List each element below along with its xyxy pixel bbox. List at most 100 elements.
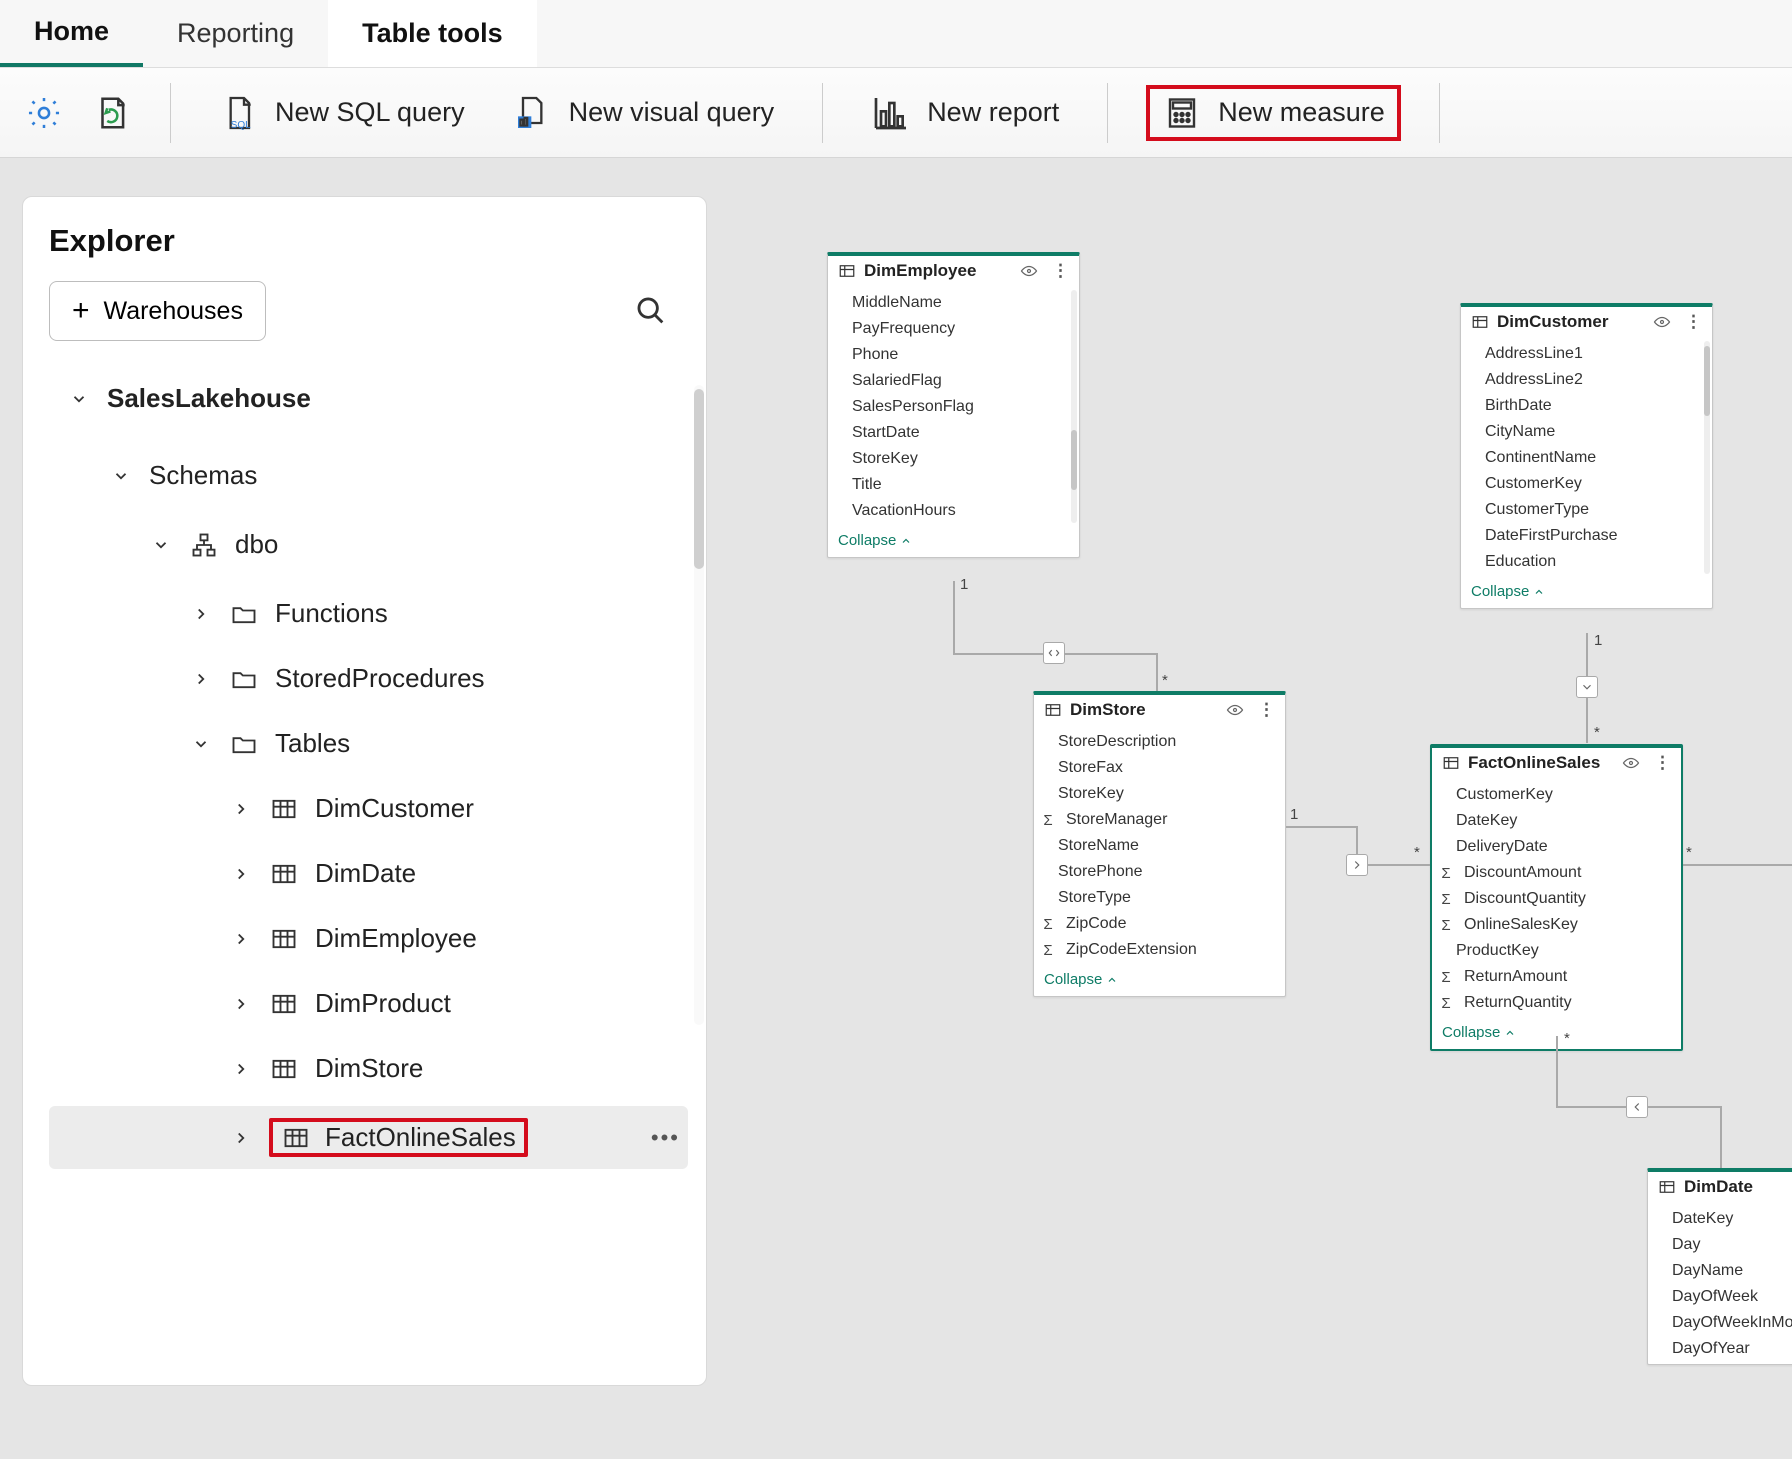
column-item[interactable]: DeliveryDate [1432, 834, 1681, 860]
column-item[interactable]: ΣOnlineSalesKey [1432, 912, 1681, 938]
column-item[interactable]: VacationHours [828, 498, 1079, 524]
column-item[interactable]: SalariedFlag [828, 368, 1079, 394]
collapse-button[interactable]: Collapse [1461, 577, 1712, 608]
column-label: DayName [1672, 1262, 1743, 1280]
new-visual-query-button[interactable]: New visual query [503, 87, 785, 139]
tab-table-tools[interactable]: Table tools [328, 0, 537, 67]
column-item[interactable]: CityName [1461, 419, 1712, 445]
model-canvas[interactable]: DimEmployee ⋮ MiddleNamePayFrequencyPhon… [720, 158, 1792, 1459]
column-item[interactable]: DayOfWeekInMon [1648, 1310, 1792, 1336]
column-item[interactable]: StoreName [1034, 833, 1285, 859]
column-item[interactable]: ContinentName [1461, 445, 1712, 471]
filter-direction-icon[interactable] [1346, 854, 1368, 876]
column-item[interactable]: DayName [1648, 1258, 1792, 1284]
search-icon[interactable] [634, 294, 668, 328]
tree-node-dimemployee[interactable]: DimEmployee [49, 911, 688, 966]
card-menu-icon[interactable]: ⋮ [1052, 261, 1069, 281]
column-item[interactable]: StoreKey [1034, 781, 1285, 807]
column-item[interactable]: CustomerKey [1432, 782, 1681, 808]
new-report-button[interactable]: New report [861, 87, 1069, 139]
column-item[interactable]: StartDate [828, 420, 1079, 446]
column-item[interactable]: MiddleName [828, 290, 1079, 316]
tree-node-dimdate[interactable]: DimDate [49, 846, 688, 901]
column-item[interactable]: ΣReturnQuantity [1432, 990, 1681, 1016]
filter-direction-icon[interactable] [1626, 1096, 1648, 1118]
more-icon[interactable]: ••• [651, 1125, 680, 1151]
sql-file-icon: SQL [219, 93, 259, 133]
visibility-icon[interactable] [1653, 316, 1671, 328]
tree-node-storedprocedures[interactable]: StoredProcedures [49, 651, 688, 706]
tree-node-schemas[interactable]: Schemas [49, 448, 688, 503]
collapse-button[interactable]: Collapse [1034, 965, 1285, 996]
tree-node-dimproduct[interactable]: DimProduct [49, 976, 688, 1031]
column-label: ReturnQuantity [1464, 994, 1572, 1012]
card-menu-icon[interactable]: ⋮ [1258, 700, 1275, 720]
card-menu-icon[interactable]: ⋮ [1685, 312, 1702, 332]
card-menu-icon[interactable]: ⋮ [1654, 753, 1671, 773]
table-card-dimstore[interactable]: DimStore ⋮ StoreDescriptionStoreFaxStore… [1033, 691, 1286, 997]
filter-direction-icon[interactable] [1576, 676, 1598, 698]
column-item[interactable]: DateKey [1648, 1206, 1792, 1232]
column-label: StoreKey [852, 450, 918, 468]
column-item[interactable]: StoreType [1034, 885, 1285, 911]
column-item[interactable]: StorePhone [1034, 859, 1285, 885]
refresh-icon[interactable] [92, 93, 132, 133]
explorer-scrollbar[interactable] [694, 385, 704, 1025]
new-sql-query-label: New SQL query [275, 97, 465, 128]
column-item[interactable]: StoreFax [1034, 755, 1285, 781]
visibility-icon[interactable] [1020, 265, 1038, 277]
column-item[interactable]: Day [1648, 1232, 1792, 1258]
table-card-dimemployee[interactable]: DimEmployee ⋮ MiddleNamePayFrequencyPhon… [827, 252, 1080, 558]
tree-node-factonlinesales[interactable]: FactOnlineSales ••• [49, 1106, 688, 1169]
column-item[interactable]: Title [828, 472, 1079, 498]
column-item[interactable]: Phone [828, 342, 1079, 368]
table-card-dimdate[interactable]: DimDate DateKeyDayDayNameDayOfWeekDayOfW… [1647, 1168, 1792, 1365]
tree-label: DimStore [315, 1053, 423, 1084]
column-item[interactable]: DateFirstPurchase [1461, 523, 1712, 549]
tree-node-functions[interactable]: Functions [49, 586, 688, 641]
column-label: OnlineSalesKey [1464, 916, 1578, 934]
column-item[interactable]: DateKey [1432, 808, 1681, 834]
column-item[interactable]: ΣZipCodeExtension [1034, 937, 1285, 963]
column-item[interactable]: BirthDate [1461, 393, 1712, 419]
tab-reporting[interactable]: Reporting [143, 0, 328, 67]
column-item[interactable]: ΣZipCode [1034, 911, 1285, 937]
settings-icon[interactable] [24, 93, 64, 133]
table-card-factonlinesales[interactable]: FactOnlineSales ⋮ CustomerKeyDateKeyDeli… [1430, 744, 1683, 1051]
column-item[interactable]: ΣReturnAmount [1432, 964, 1681, 990]
column-item[interactable]: CustomerKey [1461, 471, 1712, 497]
column-item[interactable]: ΣDiscountQuantity [1432, 886, 1681, 912]
tree-node-dbo[interactable]: dbo [49, 517, 688, 572]
column-label: DayOfYear [1672, 1340, 1750, 1358]
column-item[interactable]: AddressLine2 [1461, 367, 1712, 393]
column-item[interactable]: CustomerType [1461, 497, 1712, 523]
filter-direction-icon[interactable] [1043, 642, 1065, 664]
new-measure-button[interactable]: New measure [1146, 85, 1401, 141]
relationship-line [1683, 864, 1792, 866]
add-warehouse-button[interactable]: + Warehouses [49, 281, 266, 341]
collapse-button[interactable]: Collapse [828, 526, 1079, 557]
column-item[interactable]: AddressLine1 [1461, 341, 1712, 367]
tree-node-dimstore[interactable]: DimStore [49, 1041, 688, 1096]
tree-node-dimcustomer[interactable]: DimCustomer [49, 781, 688, 836]
visibility-icon[interactable] [1226, 704, 1244, 716]
column-item[interactable]: StoreKey [828, 446, 1079, 472]
column-item[interactable]: SalesPersonFlag [828, 394, 1079, 420]
relationship-line [1286, 826, 1356, 828]
column-item[interactable]: Education [1461, 549, 1712, 575]
tab-home[interactable]: Home [0, 0, 143, 67]
table-icon [1442, 754, 1460, 772]
column-item[interactable]: ΣStoreManager [1034, 807, 1285, 833]
table-icon [281, 1123, 311, 1153]
column-item[interactable]: DayOfYear [1648, 1336, 1792, 1362]
tree-node-tables[interactable]: Tables [49, 716, 688, 771]
new-sql-query-button[interactable]: SQL New SQL query [209, 87, 475, 139]
column-item[interactable]: DayOfWeek [1648, 1284, 1792, 1310]
column-item[interactable]: PayFrequency [828, 316, 1079, 342]
table-card-dimcustomer[interactable]: DimCustomer ⋮ AddressLine1AddressLine2Bi… [1460, 303, 1713, 609]
column-item[interactable]: ΣDiscountAmount [1432, 860, 1681, 886]
column-item[interactable]: ProductKey [1432, 938, 1681, 964]
visibility-icon[interactable] [1622, 757, 1640, 769]
column-item[interactable]: StoreDescription [1034, 729, 1285, 755]
tree-node-saleslakehouse[interactable]: SalesLakehouse [49, 371, 688, 426]
